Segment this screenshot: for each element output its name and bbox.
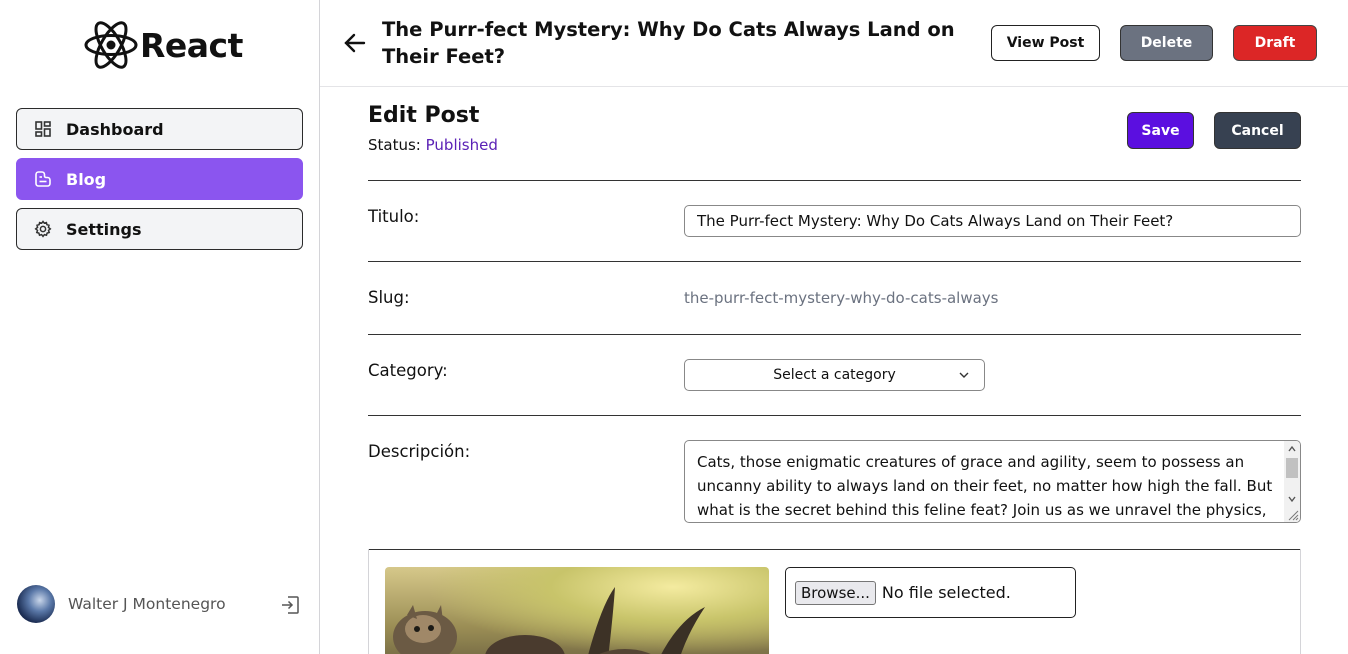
sidebar-item-label: Dashboard — [66, 119, 164, 139]
scroll-thumb[interactable] — [1286, 458, 1298, 478]
user-profile: Walter J Montenegro — [17, 585, 303, 623]
logo[interactable]: React — [84, 20, 243, 70]
gear-icon — [34, 220, 52, 238]
back-arrow-icon[interactable] — [342, 30, 368, 56]
react-logo-icon — [84, 21, 138, 69]
sidebar-item-label: Blog — [66, 169, 107, 189]
sidebar: React Dashboard Blog Settings Walter J M… — [0, 0, 320, 654]
divider — [368, 261, 1301, 262]
divider — [368, 334, 1301, 335]
featured-image — [385, 567, 769, 654]
avatar[interactable] — [17, 585, 55, 623]
section-title: Edit Post — [368, 103, 480, 128]
save-button[interactable]: Save — [1127, 112, 1194, 149]
scroll-down-icon[interactable] — [1287, 494, 1297, 504]
resize-handle-icon[interactable] — [1287, 509, 1299, 521]
user-name: Walter J Montenegro — [68, 595, 226, 613]
browse-button[interactable]: Browse... — [795, 580, 876, 605]
descripcion-text: Cats, those enigmatic creatures of grace… — [697, 453, 1273, 519]
sidebar-item-dashboard[interactable]: Dashboard — [16, 108, 303, 150]
file-status: No file selected. — [881, 583, 1011, 602]
kittens-image — [393, 587, 705, 654]
slug-value: the-purr-fect-mystery-why-do-cats-always — [684, 289, 999, 307]
blog-icon — [35, 171, 51, 187]
sidebar-item-settings[interactable]: Settings — [16, 208, 303, 250]
descripcion-textarea[interactable]: Cats, those enigmatic creatures of grace… — [684, 440, 1301, 523]
status-label: Status: — [368, 136, 421, 154]
divider — [368, 415, 1301, 416]
page-header: The Purr-fect Mystery: Why Do Cats Alway… — [320, 0, 1348, 87]
logout-icon[interactable] — [279, 594, 301, 616]
category-select-value: Select a category — [773, 367, 896, 383]
sidebar-item-blog[interactable]: Blog — [16, 158, 303, 200]
sidebar-item-label: Settings — [66, 219, 142, 239]
cancel-button[interactable]: Cancel — [1214, 112, 1301, 149]
draft-button[interactable]: Draft — [1233, 25, 1317, 61]
status-line: Status: Published — [368, 136, 498, 154]
category-select[interactable]: Select a category — [684, 359, 985, 391]
titulo-input[interactable] — [684, 205, 1301, 237]
titulo-label: Titulo: — [368, 207, 420, 226]
logo-text: React — [140, 25, 243, 65]
scroll-up-icon[interactable] — [1287, 444, 1297, 454]
slug-label: Slug: — [368, 288, 410, 307]
descripcion-label: Descripción: — [368, 442, 471, 461]
page-title: The Purr-fect Mystery: Why Do Cats Alway… — [382, 18, 955, 68]
chevron-down-icon — [959, 372, 969, 378]
file-upload: Browse... No file selected. — [785, 567, 1076, 618]
category-label: Category: — [368, 361, 448, 380]
status-value: Published — [425, 136, 498, 154]
view-post-button[interactable]: View Post — [991, 25, 1100, 61]
dashboard-icon — [35, 121, 51, 137]
divider — [368, 180, 1301, 181]
delete-button[interactable]: Delete — [1120, 25, 1213, 61]
